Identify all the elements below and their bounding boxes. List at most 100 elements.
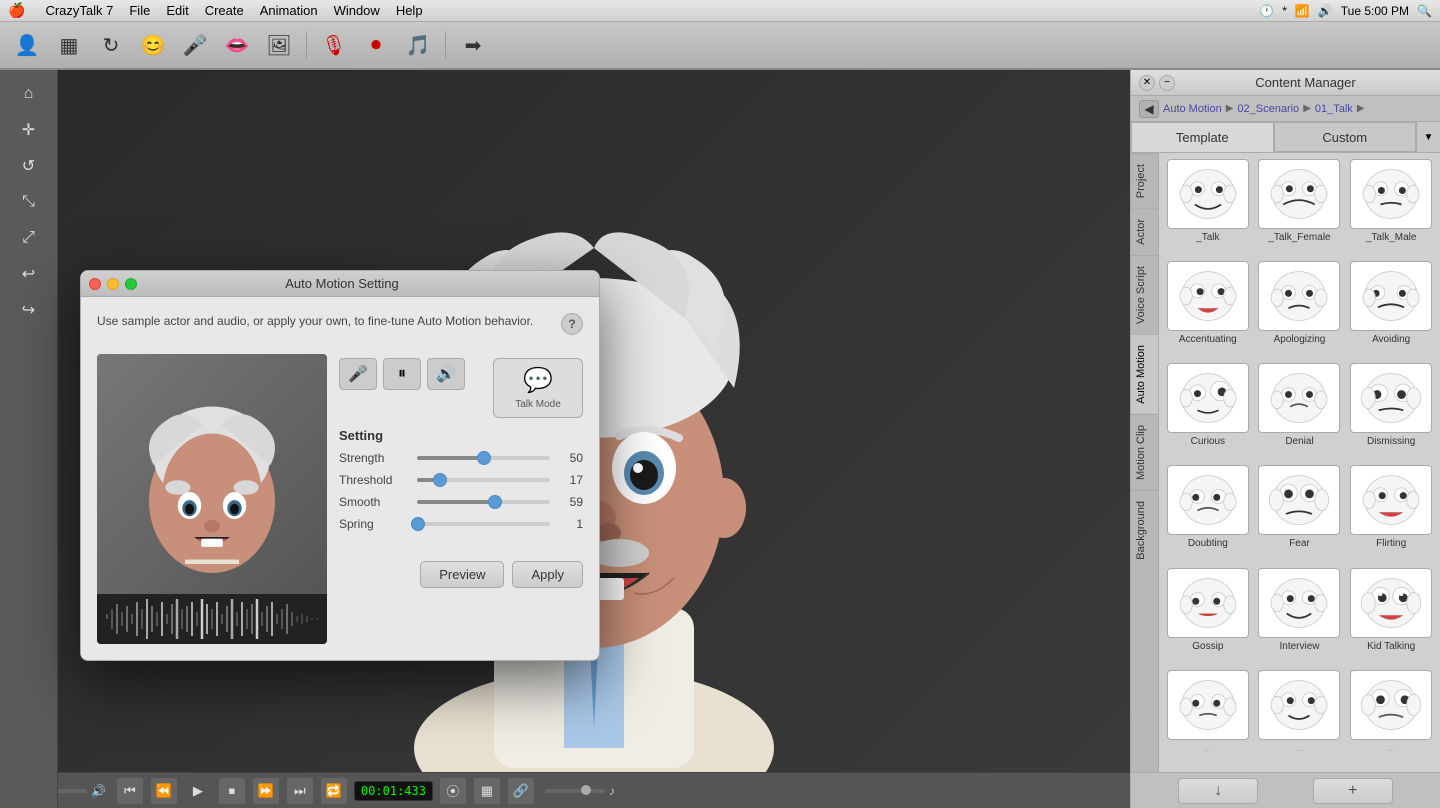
face-button[interactable]: 😊 [134,26,172,64]
search-icon[interactable]: 🔍 [1417,4,1432,18]
rotate-tool[interactable]: ↺ [11,150,47,182]
menu-help[interactable]: Help [396,3,423,18]
record-speaker-button[interactable]: 🔊 [427,358,465,390]
auto-motion-dialog[interactable]: Auto Motion Setting Use sample actor and… [80,270,600,661]
strength-fill [417,456,484,460]
item-label: Kid Talking [1367,641,1415,652]
talk-mode-button[interactable]: 💬 Talk Mode [493,358,583,418]
record-video-button[interactable]: ⏺ [357,26,395,64]
scene-button[interactable]: ▦ [50,26,88,64]
step-forward-button[interactable]: ⏩ [252,777,280,805]
list-item[interactable]: Doubting [1165,465,1251,561]
home-tool[interactable]: ⌂ [11,78,47,110]
breadcrumb-scenario[interactable]: 02_Scenario [1237,103,1299,115]
rewind-to-start-button[interactable]: ⏮ [116,777,144,805]
add-button[interactable]: + [1313,778,1393,804]
menu-app-name[interactable]: CrazyTalk 7 [45,3,113,18]
tabs-dropdown-button[interactable]: ▼ [1416,122,1440,152]
threshold-thumb[interactable] [433,473,447,487]
list-item[interactable]: Accentuating [1165,261,1251,357]
strength-value: 50 [558,451,583,465]
breadcrumb-auto-motion[interactable]: Auto Motion [1163,103,1222,115]
spring-thumb[interactable] [411,517,425,531]
sidebar-tab-voice-script[interactable]: Voice Script [1131,255,1158,334]
speed-track[interactable] [545,789,605,793]
record-pause-button[interactable]: ⏸ [383,358,421,390]
list-item[interactable]: Avoiding [1348,261,1434,357]
breadcrumb-talk[interactable]: 01_Talk [1315,103,1353,115]
item-label: Avoiding [1372,334,1410,345]
list-item[interactable]: _Talk [1165,159,1251,255]
apple-menu-icon[interactable]: 🍎 [8,2,25,19]
list-item[interactable]: _Talk_Female [1257,159,1343,255]
content-manager-close-button[interactable]: ✕ [1139,75,1155,91]
threshold-track[interactable] [417,478,550,482]
volume-icon: 🔊 [1318,4,1333,18]
smooth-track[interactable] [417,500,550,504]
menu-window[interactable]: Window [334,3,380,18]
sidebar-tab-motion-clip[interactable]: Motion Clip [1131,414,1158,490]
record-mic-button[interactable]: 🎤 [339,358,377,390]
menu-edit[interactable]: Edit [166,3,188,18]
play-button[interactable]: ▶ [184,777,212,805]
list-item[interactable]: _Talk_Male [1348,159,1434,255]
list-item[interactable]: Dismissing [1348,363,1434,459]
content-manager: ✕ − Content Manager ◀ Auto Motion ▶ 02_S… [1130,70,1440,808]
speed-thumb[interactable] [581,785,591,795]
sidebar-tab-background[interactable]: Background [1131,490,1158,570]
smooth-thumb[interactable] [488,495,502,509]
record-buttons: 🎤 ⏸ 🔊 [339,358,465,390]
help-button[interactable]: ? [561,313,583,335]
custom-tab[interactable]: Custom [1274,122,1417,152]
sidebar-tab-actor[interactable]: Actor [1131,208,1158,255]
list-item[interactable]: Kid Talking [1348,568,1434,664]
apply-button[interactable]: Apply [512,561,583,588]
mouth-button[interactable]: 👄 [218,26,256,64]
list-item[interactable]: ... [1348,670,1434,766]
toolbar: 👤 ▦ ↻ 😊 🎤 👄 🖼 🎙 ⏺ 🎵 ➡ [0,22,1440,70]
strength-track[interactable] [417,456,550,460]
marker-button[interactable]: ⦿ [439,777,467,805]
list-item[interactable]: Flirting [1348,465,1434,561]
menu-animation[interactable]: Animation [260,3,318,18]
breadcrumb-back-button[interactable]: ◀ [1139,100,1159,118]
list-item[interactable]: ... [1165,670,1251,766]
download-button[interactable]: ↓ [1178,778,1258,804]
voice-button[interactable]: 🎤 [176,26,214,64]
content-manager-minimize-button[interactable]: − [1159,75,1175,91]
undo-tool[interactable]: ↩ [11,258,47,290]
record-audio-button[interactable]: 🎙 [315,26,353,64]
fast-forward-button[interactable]: ⏭ [286,777,314,805]
list-item[interactable]: Gossip [1165,568,1251,664]
loop-button[interactable]: 🔁 [320,777,348,805]
stop-button[interactable]: ⏹ [218,777,246,805]
menu-create[interactable]: Create [205,3,244,18]
list-item[interactable]: Curious [1165,363,1251,459]
auto-button[interactable]: 🎵 [399,26,437,64]
item-label: _Talk_Male [1366,232,1417,243]
menu-file[interactable]: File [129,3,150,18]
sidebar-tab-auto-motion[interactable]: Auto Motion [1131,334,1158,414]
list-item[interactable]: Fear [1257,465,1343,561]
move-tool[interactable]: ✛ [11,114,47,146]
strength-thumb[interactable] [477,451,491,465]
actor-button[interactable]: 👤 [8,26,46,64]
grid-button[interactable]: ▦ [473,777,501,805]
snap-button[interactable]: 🔗 [507,777,535,805]
template-tab[interactable]: Template [1131,122,1274,152]
sidebar-tab-project[interactable]: Project [1131,153,1158,208]
list-item[interactable]: Denial [1257,363,1343,459]
export-button[interactable]: ➡ [454,26,492,64]
list-item[interactable]: Apologizing [1257,261,1343,357]
preview-button[interactable]: Preview [420,561,504,588]
step-back-button[interactable]: ⏪ [150,777,178,805]
scale-tool[interactable]: ⤡ [11,186,47,218]
redo-tool[interactable]: ↪ [11,294,47,326]
spring-track[interactable] [417,522,550,526]
list-item[interactable]: Interview [1257,568,1343,664]
image-button[interactable]: 🖼 [260,26,298,64]
list-item[interactable]: ... [1257,670,1343,766]
motion-button[interactable]: ↻ [92,26,130,64]
fit-tool[interactable]: ⤢ [11,222,47,254]
item-thumb-item16 [1167,670,1249,740]
